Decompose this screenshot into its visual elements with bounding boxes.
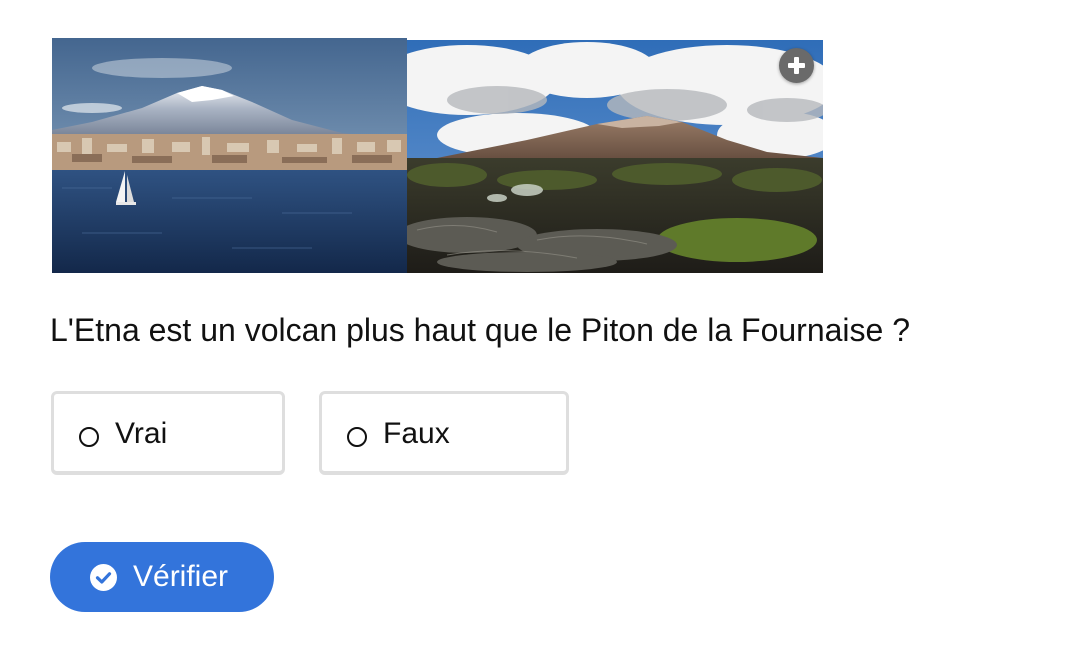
verify-button-label: Vérifier (133, 560, 229, 593)
answer-option-vrai[interactable]: Vrai (51, 391, 285, 475)
answer-option-faux[interactable]: Faux (319, 391, 569, 475)
piton-photo (407, 40, 823, 273)
verify-button[interactable]: Vérifier (50, 542, 274, 612)
answer-label-vrai: Vrai (115, 417, 168, 450)
question-text: L'Etna est un volcan plus haut que le Pi… (50, 312, 911, 348)
image-strip (52, 38, 823, 273)
zoom-image-button[interactable] (779, 48, 814, 83)
answer-label-faux: Faux (383, 417, 450, 450)
plus-circle-icon (779, 48, 814, 83)
radio-button-faux[interactable] (347, 427, 367, 447)
etna-photo (52, 38, 407, 273)
check-circle-icon (90, 564, 117, 591)
radio-button-vrai[interactable] (79, 427, 99, 447)
quiz-page: L'Etna est un volcan plus haut que le Pi… (0, 0, 1068, 648)
